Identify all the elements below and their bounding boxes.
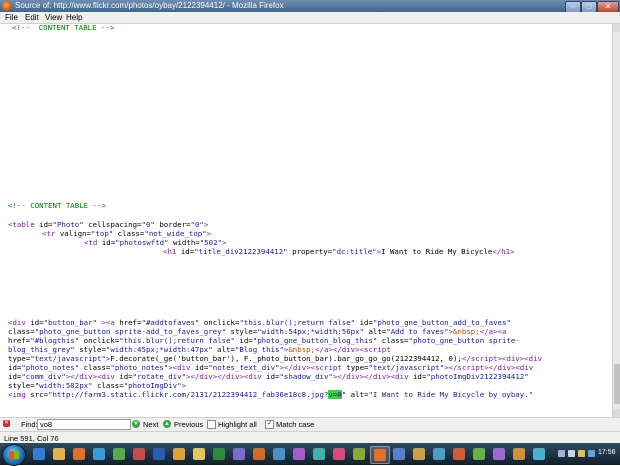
app8-icon[interactable]	[350, 446, 368, 462]
arrow-down-icon: ▼	[132, 420, 140, 428]
app11-icon-glyph	[433, 448, 445, 460]
source-line-top-fragment: <!-- CONTENT TABLE -->	[12, 24, 115, 32]
taskbar: 17:56	[0, 443, 620, 466]
clock[interactable]: 17:56	[598, 449, 616, 456]
chat-icon-glyph	[113, 448, 125, 460]
match-case-checkbox[interactable]: ✓	[265, 420, 274, 429]
app3-icon[interactable]	[250, 446, 268, 462]
scroll-up-button[interactable]	[613, 24, 620, 32]
app2-icon-glyph	[233, 448, 245, 460]
app10-icon-glyph	[413, 448, 425, 460]
menu-edit[interactable]: Edit	[25, 13, 39, 22]
firefox-icon-glyph	[73, 448, 85, 460]
menu-bar: File Edit View Help	[0, 12, 620, 24]
find-label: Find:	[21, 420, 38, 429]
word-icon[interactable]	[150, 446, 168, 462]
firefox-active-icon[interactable]	[370, 446, 390, 464]
scroll-thumb[interactable]	[614, 364, 620, 404]
app16-icon-glyph	[533, 448, 545, 460]
app4-icon-glyph	[273, 448, 285, 460]
folder-icon[interactable]	[190, 446, 208, 462]
media-icon-glyph	[93, 448, 105, 460]
network-icon[interactable]	[558, 450, 565, 457]
word-icon-glyph	[153, 448, 165, 460]
app5-icon-glyph	[293, 448, 305, 460]
folder-icon-glyph	[193, 448, 205, 460]
app16-icon[interactable]	[530, 446, 548, 462]
app6-icon-glyph	[313, 448, 325, 460]
firefox-icon[interactable]	[70, 446, 88, 462]
app6-icon[interactable]	[310, 446, 328, 462]
menu-view[interactable]: View	[45, 13, 62, 22]
media-icon[interactable]	[90, 446, 108, 462]
paint-icon[interactable]	[170, 446, 188, 462]
title-bar: Source of: http://www.flickr.com/photos/…	[0, 0, 620, 13]
app3-icon-glyph	[253, 448, 265, 460]
volume-icon[interactable]	[568, 450, 575, 457]
power-icon[interactable]	[578, 450, 585, 457]
ie-icon[interactable]	[30, 446, 48, 462]
find-previous-label: Previous	[174, 420, 204, 429]
app10-icon[interactable]	[410, 446, 428, 462]
status-text: Line 591, Col 76	[4, 434, 59, 443]
app8-icon-glyph	[353, 448, 365, 460]
app9-icon[interactable]	[390, 446, 408, 462]
window-title: Source of: http://www.flickr.com/photos/…	[15, 1, 284, 10]
arrow-up-icon: ▲	[163, 420, 171, 428]
paint-icon-glyph	[173, 448, 185, 460]
app5-icon[interactable]	[290, 446, 308, 462]
app14-icon-glyph	[493, 448, 505, 460]
menu-file[interactable]: File	[5, 13, 18, 22]
source-line-9: <img src="http://farm3.static.flickr.com…	[8, 390, 534, 399]
excel-icon[interactable]	[210, 446, 228, 462]
app11-icon[interactable]	[430, 446, 448, 462]
highlight-all-label: Highlight all	[218, 420, 257, 429]
scroll-down-button[interactable]	[613, 409, 620, 417]
app12-icon[interactable]	[450, 446, 468, 462]
find-next-label: Next	[143, 420, 159, 429]
source-line-comment: <!-- CONTENT TABLE -->	[8, 201, 106, 210]
app4-icon[interactable]	[270, 446, 288, 462]
source-view[interactable]: <!-- CONTENT TABLE --> <!-- CONTENT TABL…	[0, 24, 612, 417]
app7-icon-glyph	[333, 448, 345, 460]
flag-icon[interactable]	[588, 450, 595, 457]
start-button[interactable]	[2, 444, 26, 466]
app-icon-glyph	[133, 448, 145, 460]
source-line-h1: <h1 id="title_div2122394412" property="d…	[163, 247, 515, 256]
explorer-icon[interactable]	[50, 446, 68, 462]
find-bar: ✕ Find: ▼ Next ▲ Previous Highlight all …	[0, 417, 620, 432]
app13-icon[interactable]	[470, 446, 488, 462]
app13-icon-glyph	[473, 448, 485, 460]
firefox-icon	[2, 1, 12, 11]
app-icon[interactable]	[130, 446, 148, 462]
vertical-scrollbar[interactable]	[612, 24, 620, 417]
app15-icon-glyph	[513, 448, 525, 460]
excel-icon-glyph	[213, 448, 225, 460]
explorer-icon-glyph	[53, 448, 65, 460]
app2-icon[interactable]	[230, 446, 248, 462]
app12-icon-glyph	[453, 448, 465, 460]
app15-icon[interactable]	[510, 446, 528, 462]
windows-logo-icon	[9, 451, 19, 459]
firefox-active-icon-glyph	[374, 449, 386, 461]
menu-help[interactable]: Help	[66, 13, 82, 22]
find-input[interactable]	[37, 419, 131, 430]
app14-icon[interactable]	[490, 446, 508, 462]
app7-icon[interactable]	[330, 446, 348, 462]
close-find-icon[interactable]: ✕	[3, 420, 10, 427]
app9-icon-glyph	[393, 448, 405, 460]
match-case-label: Match case	[276, 420, 315, 429]
highlight-all-checkbox[interactable]	[207, 420, 216, 429]
ie-icon-glyph	[33, 448, 45, 460]
chat-icon[interactable]	[110, 446, 128, 462]
